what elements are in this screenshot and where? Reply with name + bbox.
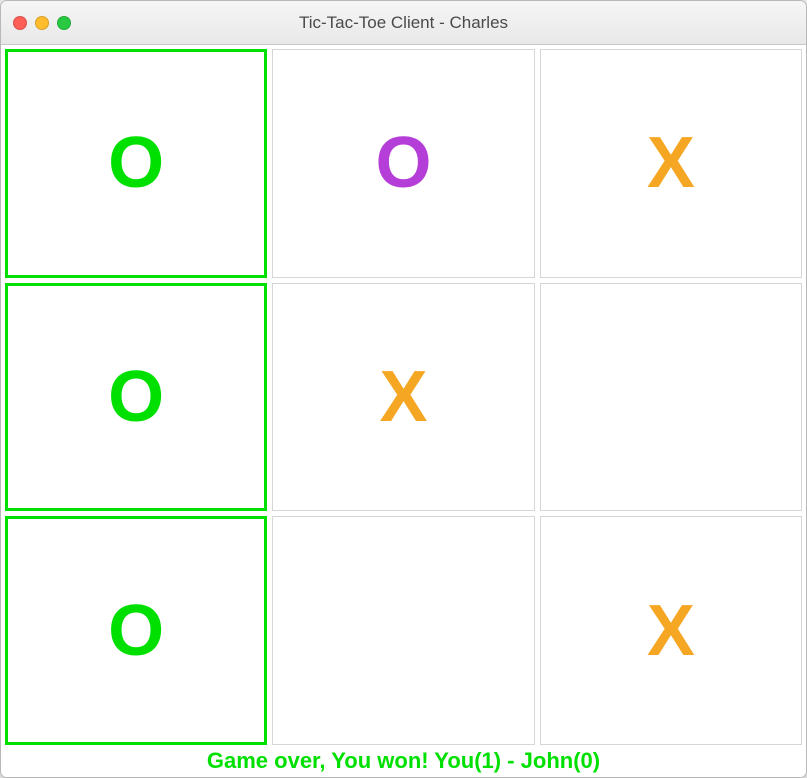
titlebar[interactable]: Tic-Tac-Toe Client - Charles: [1, 1, 806, 45]
cell-0-0[interactable]: O: [5, 49, 267, 278]
cell-1-2[interactable]: [540, 283, 802, 512]
status-bar: Game over, You won! You(1) - John(0): [5, 745, 802, 775]
status-message: Game over, You won! You(1) - John(0): [207, 748, 600, 774]
cell-2-2[interactable]: X: [540, 516, 802, 745]
game-area: O O X O X O X: [1, 45, 806, 777]
traffic-lights: [1, 16, 71, 30]
cell-1-0[interactable]: O: [5, 283, 267, 512]
close-icon[interactable]: [13, 16, 27, 30]
cell-0-1[interactable]: O: [272, 49, 534, 278]
mark-o: O: [108, 590, 164, 672]
mark-o: O: [108, 356, 164, 438]
mark-o: O: [375, 122, 431, 204]
cell-2-0[interactable]: O: [5, 516, 267, 745]
minimize-icon[interactable]: [35, 16, 49, 30]
mark-x: X: [379, 356, 427, 438]
app-window: Tic-Tac-Toe Client - Charles O O X O X O: [0, 0, 807, 778]
cell-2-1[interactable]: [272, 516, 534, 745]
window-title: Tic-Tac-Toe Client - Charles: [1, 13, 806, 33]
mark-x: X: [647, 590, 695, 672]
game-board: O O X O X O X: [5, 49, 802, 745]
mark-o: O: [108, 122, 164, 204]
cell-1-1[interactable]: X: [272, 283, 534, 512]
mark-x: X: [647, 122, 695, 204]
maximize-icon[interactable]: [57, 16, 71, 30]
cell-0-2[interactable]: X: [540, 49, 802, 278]
